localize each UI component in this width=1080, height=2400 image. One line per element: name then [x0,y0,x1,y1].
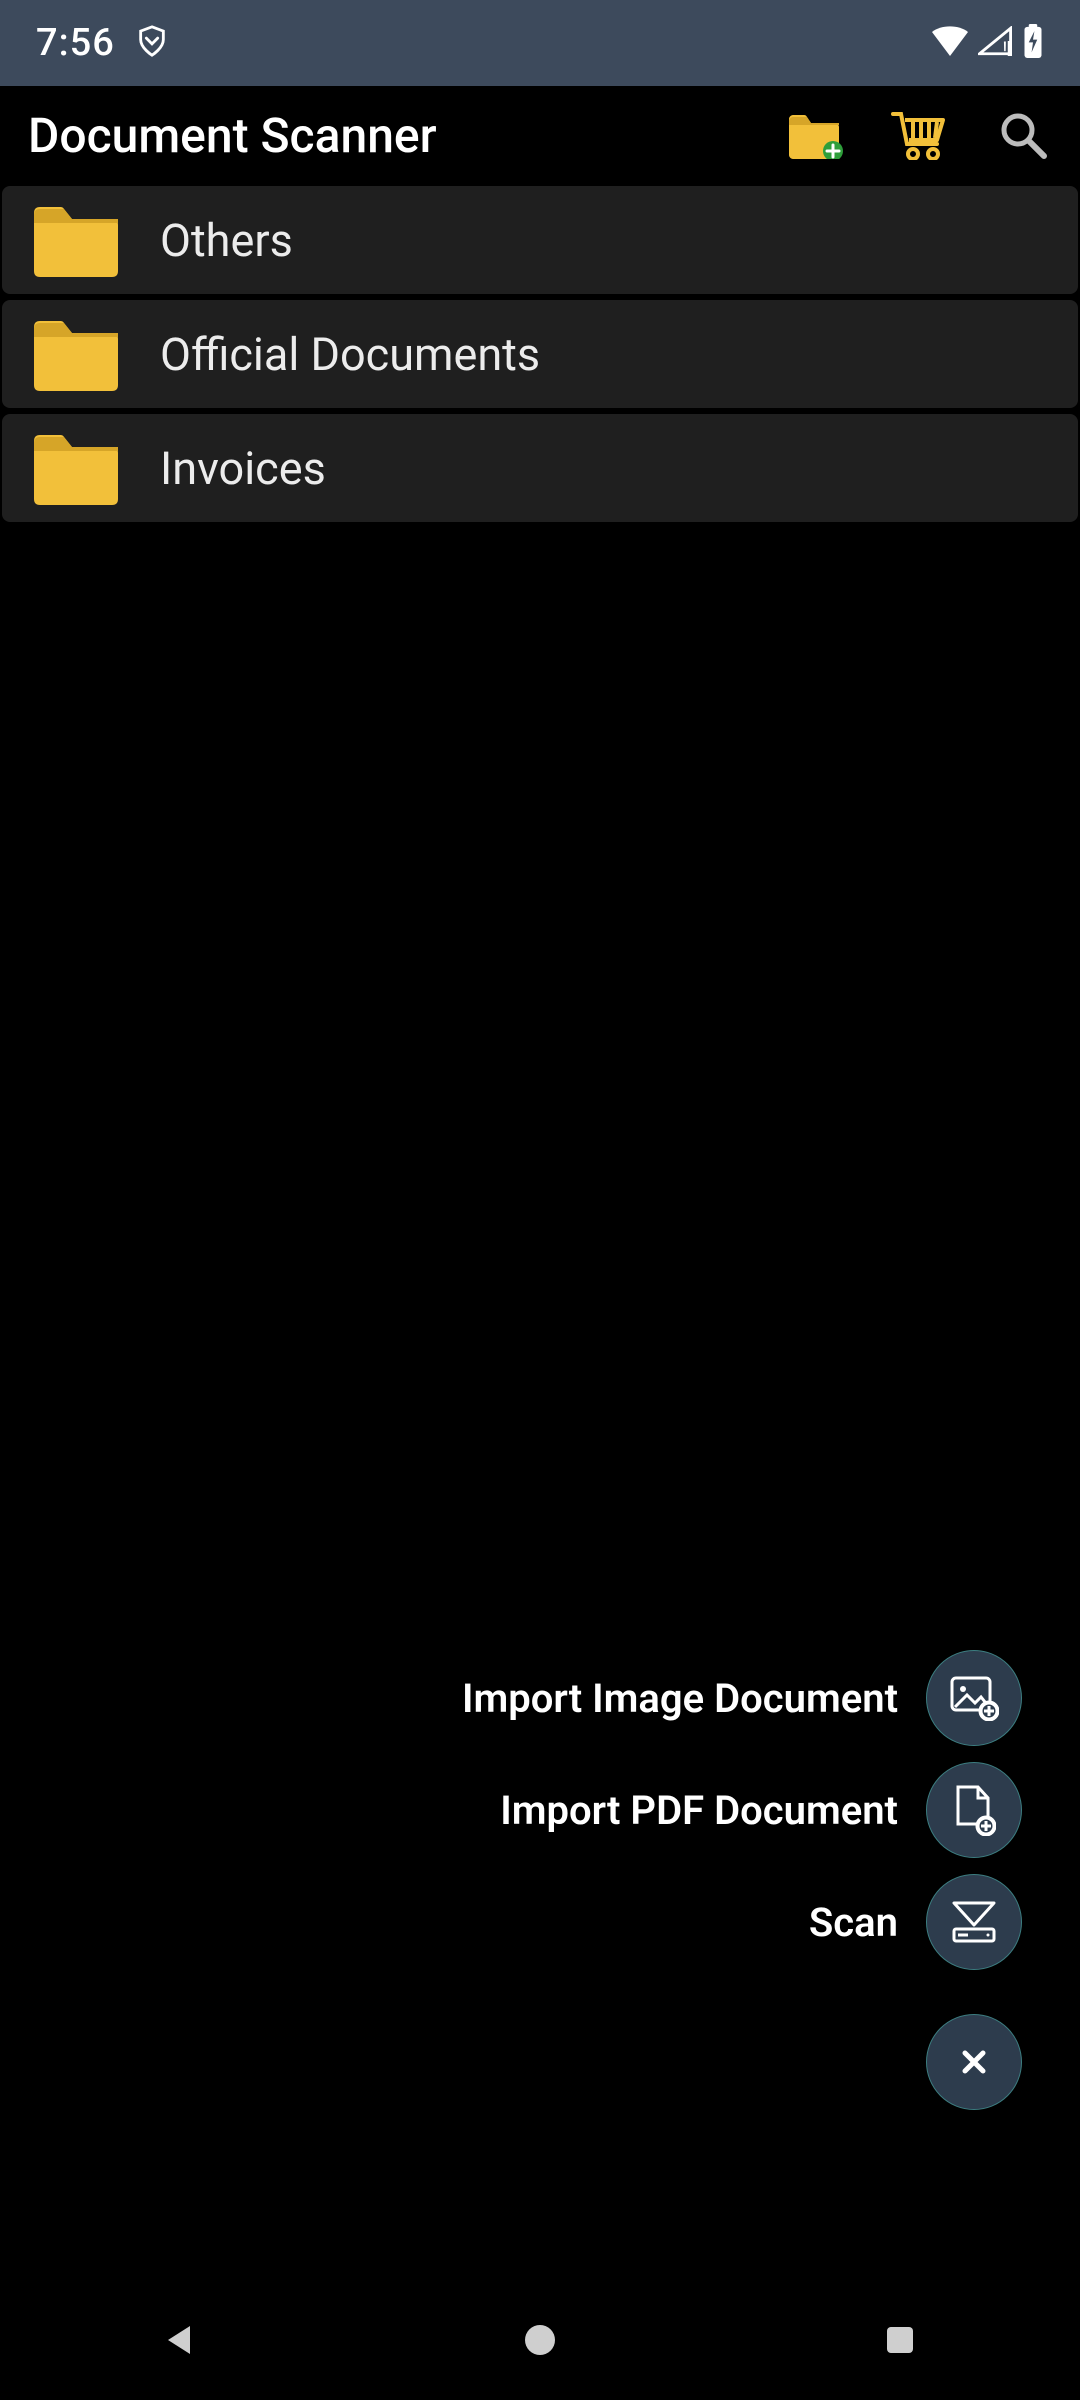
cell-signal-icon: ! [978,26,1012,60]
folder-add-icon [787,111,843,159]
image-add-icon [926,1650,1022,1746]
folder-item-official-documents[interactable]: Official Documents [2,300,1078,408]
fab-label: Import Image Document [462,1675,898,1722]
fab-label: Import PDF Document [500,1787,898,1834]
svg-text:!: ! [1002,38,1008,56]
battery-charging-icon [1022,24,1044,62]
status-time: 7:56 [36,21,115,65]
system-nav-bar [0,2280,1080,2400]
status-left: 7:56 [36,21,169,65]
status-right: ! [932,24,1044,62]
scanner-icon [926,1874,1022,1970]
close-icon [926,2014,1022,2110]
nav-back-button[interactable] [150,2310,210,2370]
app-bar-actions [786,106,1052,164]
wifi-icon [932,26,968,60]
fab-label: Scan [809,1899,898,1946]
status-bar: 7:56 ! [0,0,1080,86]
fab-speed-dial: Import Image Document Import PDF Documen… [462,1650,1022,2110]
square-recent-icon [882,2322,918,2358]
folder-icon [28,428,124,508]
folder-item-others[interactable]: Others [2,186,1078,294]
folder-list: Others Official Documents Invoices [0,186,1080,522]
triangle-back-icon [160,2320,200,2360]
app-title: Document Scanner [28,107,786,164]
nav-home-button[interactable] [510,2310,570,2370]
fab-scan[interactable]: Scan [809,1874,1022,1970]
cart-button[interactable] [890,106,948,164]
folder-label: Official Documents [160,328,540,381]
fab-import-image[interactable]: Import Image Document [462,1650,1022,1746]
nav-recent-button[interactable] [870,2310,930,2370]
fab-import-pdf[interactable]: Import PDF Document [500,1762,1022,1858]
folder-label: Invoices [160,442,326,495]
search-button[interactable] [994,106,1052,164]
circle-home-icon [520,2320,560,2360]
file-add-icon [926,1762,1022,1858]
folder-icon [28,314,124,394]
folder-icon [28,200,124,280]
search-icon [998,110,1048,160]
fab-close[interactable] [926,2014,1022,2110]
folder-label: Others [160,214,293,267]
folder-item-invoices[interactable]: Invoices [2,414,1078,522]
app-bar: Document Scanner [0,86,1080,184]
vpn-shield-icon [135,24,169,62]
new-folder-button[interactable] [786,106,844,164]
cart-icon [891,110,947,160]
